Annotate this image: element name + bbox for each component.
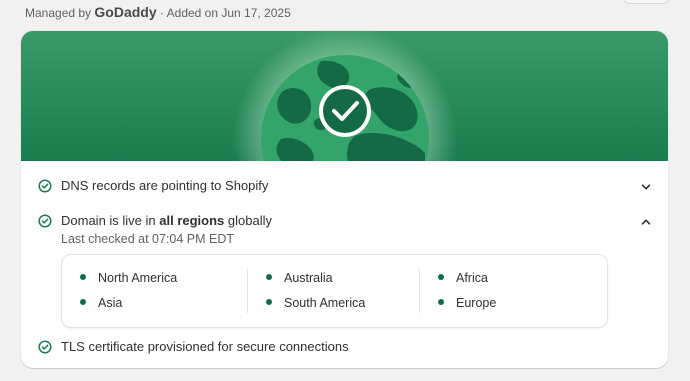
managed-prefix: Managed by <box>25 6 92 20</box>
dns-status-row[interactable]: DNS records are pointing to Shopify <box>21 177 668 197</box>
status-dot <box>80 299 86 305</box>
status-dot <box>266 299 272 305</box>
check-circle-icon <box>38 214 52 228</box>
last-checked-text: Last checked at 07:04 PM EDT <box>61 232 235 246</box>
status-dot <box>266 274 272 280</box>
status-dot <box>438 299 444 305</box>
tls-status-row: TLS certificate provisioned for secure c… <box>21 339 668 359</box>
region-divider <box>419 269 420 313</box>
domain-live-text: Domain is live in all regions globally <box>61 213 272 228</box>
added-date: · Added on Jun 17, 2025 <box>159 6 291 20</box>
managed-by-line: Managed by GoDaddy · Added on Jun 17, 20… <box>25 4 291 20</box>
provider-name: GoDaddy <box>94 4 157 20</box>
domain-status-card: DNS records are pointing to Shopify Doma… <box>21 31 668 368</box>
tls-status-text: TLS certificate provisioned for secure c… <box>61 339 349 354</box>
status-dot <box>438 274 444 280</box>
globe-banner <box>21 31 668 161</box>
status-dot <box>80 274 86 280</box>
chevron-down-icon[interactable] <box>639 180 653 194</box>
chevron-up-icon[interactable] <box>639 215 653 229</box>
top-menu-button[interactable] <box>622 0 670 4</box>
regions-panel: North America Asia Australia South Ameri… <box>61 254 608 328</box>
domain-live-row[interactable]: Domain is live in all regions globally L… <box>21 212 668 252</box>
check-circle-icon <box>38 340 52 354</box>
dns-status-text: DNS records are pointing to Shopify <box>61 178 269 193</box>
region-divider <box>247 269 248 313</box>
check-circle-icon <box>38 179 52 193</box>
all-regions-emphasis: all regions <box>159 213 225 228</box>
